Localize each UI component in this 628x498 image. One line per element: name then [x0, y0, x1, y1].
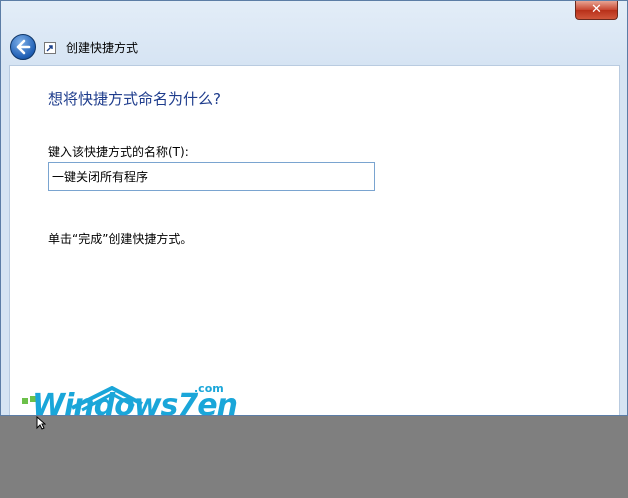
- close-icon: ✕: [591, 2, 602, 17]
- shortcut-name-input[interactable]: [48, 162, 375, 191]
- watermark-suffix: .com: [194, 382, 224, 395]
- shortcut-name-label: 键入该快捷方式的名称(T):: [48, 145, 189, 159]
- back-arrow-icon: [16, 39, 31, 55]
- mouse-cursor-icon: [36, 416, 46, 430]
- finish-hint: 单击“完成”创建快捷方式。: [48, 232, 193, 246]
- page-heading: 想将快捷方式命名为什么?: [48, 90, 221, 108]
- close-button[interactable]: ✕: [575, 1, 618, 20]
- back-button[interactable]: [10, 34, 36, 60]
- wizard-title: 创建快捷方式: [66, 41, 139, 55]
- watermark-logo: Windows7en .com: [20, 382, 245, 415]
- content-pane: 想将快捷方式命名为什么? 键入该快捷方式的名称(T): 单击“完成”创建快捷方式…: [9, 65, 620, 415]
- shortcut-icon: [44, 42, 56, 54]
- wizard-window: ✕ 创建快捷方式 想将快捷方式命名为什么? 键入该快捷方式的名称(T): 单击“…: [0, 0, 628, 416]
